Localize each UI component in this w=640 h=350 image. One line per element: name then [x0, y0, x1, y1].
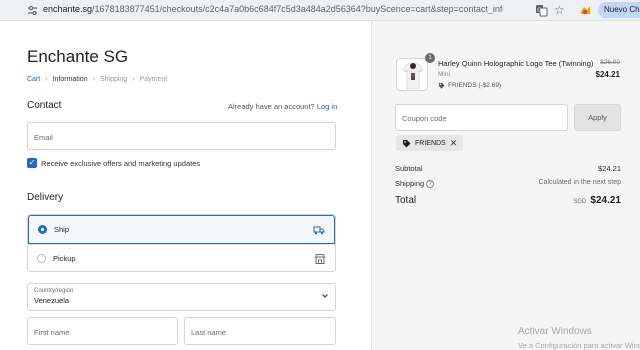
- delivery-options: Ship Pickup: [27, 214, 336, 272]
- store-icon: [314, 254, 326, 264]
- applied-coupon-chip: FRIENDS ✕: [396, 135, 464, 151]
- total-value: $24.21: [590, 195, 621, 206]
- chevron-right-icon: ›: [132, 76, 135, 83]
- product-thumbnail: [396, 58, 428, 91]
- total-row: Total SGD $24.21: [395, 195, 621, 206]
- url-field[interactable]: enchante.sg/1678183877451/checkouts/c2c4…: [43, 4, 503, 14]
- order-summary: 1 Harley Quinn Holographic Logo Tee (Twi…: [371, 21, 640, 350]
- remove-coupon-icon[interactable]: ✕: [450, 138, 458, 148]
- contact-heading: Contact: [27, 100, 62, 111]
- chevron-right-icon: ›: [92, 76, 95, 83]
- breadcrumb-cart[interactable]: Cart: [27, 76, 40, 83]
- quantity-badge: 1: [425, 53, 435, 63]
- country-label: Country/region: [34, 288, 74, 294]
- pickup-radio[interactable]: [37, 254, 46, 263]
- product-name: Harley Quinn Holographic Logo Tee (Twinn…: [438, 59, 594, 68]
- translate-icon[interactable]: G: [535, 4, 548, 17]
- tag-icon: [438, 82, 445, 89]
- login-link[interactable]: Log in: [317, 102, 337, 111]
- applied-coupon-code: FRIENDS: [415, 139, 446, 147]
- shipping-value: Calculated in the next step: [538, 179, 622, 186]
- url-path: /1678183877451/checkouts/c2c4a7a0b6c684f…: [92, 4, 503, 14]
- apply-coupon-button[interactable]: Apply: [574, 104, 621, 131]
- delivery-option-pickup[interactable]: Pickup: [28, 244, 335, 271]
- shipping-row: Shipping? Calculated in the next step: [395, 179, 622, 189]
- delivery-heading: Delivery: [27, 192, 64, 203]
- price-original: $26.90: [600, 59, 620, 66]
- subtotal-value: $24.21: [598, 164, 621, 173]
- account-prompt: Already have an account? Log in: [228, 102, 337, 111]
- chevron-right-icon: ›: [45, 76, 48, 83]
- price-discounted: $24.21: [595, 70, 620, 79]
- ship-radio[interactable]: [38, 225, 47, 234]
- offers-checkbox-label: Receive exclusive offers and marketing u…: [41, 159, 201, 168]
- truck-icon: [313, 226, 325, 235]
- offers-checkbox[interactable]: ✓: [27, 158, 37, 168]
- windows-activation-title: Activar Windows: [518, 326, 592, 337]
- coupon-input[interactable]: Coupon code: [395, 104, 568, 131]
- product-discount: FRIENDS (-$2.69): [438, 82, 501, 89]
- svg-text:G: G: [537, 8, 541, 14]
- profile-button[interactable]: Nuevo Chrome: [598, 2, 640, 18]
- bookmark-star-icon[interactable]: ☆: [554, 3, 565, 17]
- ship-label: Ship: [54, 225, 70, 234]
- url-host: enchante.sg: [43, 4, 93, 14]
- total-amount: SGD $24.21: [573, 195, 621, 206]
- delivery-option-ship[interactable]: Ship: [28, 215, 335, 244]
- shipping-label: Shipping: [395, 179, 425, 188]
- product-discount-text: FRIENDS (-$2.69): [448, 82, 502, 89]
- breadcrumb-shipping: Shipping: [99, 76, 128, 83]
- subtotal-label: Subtotal: [395, 164, 423, 173]
- extension-icon[interactable]: [579, 4, 592, 17]
- windows-activation-subtitle: Ve a Configuración para activar Windows.: [518, 341, 640, 350]
- tag-icon: [403, 139, 411, 147]
- total-label: Total: [395, 195, 417, 206]
- first-name-field[interactable]: First name: [27, 317, 178, 345]
- total-currency: SGD: [573, 199, 587, 205]
- account-prompt-text: Already have an account?: [228, 102, 315, 111]
- checkout-main: Enchante SG Cart › Information › Shippin…: [0, 21, 371, 350]
- chevron-down-icon: [322, 294, 328, 298]
- breadcrumb-payment: Payment: [139, 76, 168, 83]
- product-variant: Mini: [438, 71, 450, 78]
- browser-address-bar: enchante.sg/1678183877451/checkouts/c2c4…: [0, 0, 640, 21]
- store-title[interactable]: Enchante SG: [27, 47, 128, 67]
- subtotal-row: Subtotal $24.21: [395, 164, 621, 173]
- tshirt-icon: [397, 59, 427, 90]
- coupon-placeholder: Coupon code: [402, 114, 447, 123]
- last-name-placeholder: Last name: [191, 328, 227, 337]
- last-name-field[interactable]: Last name: [184, 317, 336, 345]
- breadcrumb: Cart › Information › Shipping › Payment: [27, 76, 167, 83]
- country-value: Venezuela: [34, 296, 70, 305]
- email-field[interactable]: Email: [27, 122, 336, 150]
- country-select[interactable]: Country/region Venezuela: [27, 283, 336, 311]
- help-icon[interactable]: ?: [426, 180, 435, 189]
- first-name-placeholder: First name: [34, 328, 70, 337]
- email-placeholder: Email: [34, 133, 53, 142]
- site-settings-icon[interactable]: [26, 4, 39, 17]
- pickup-label: Pickup: [53, 254, 76, 263]
- breadcrumb-information: Information: [52, 76, 88, 83]
